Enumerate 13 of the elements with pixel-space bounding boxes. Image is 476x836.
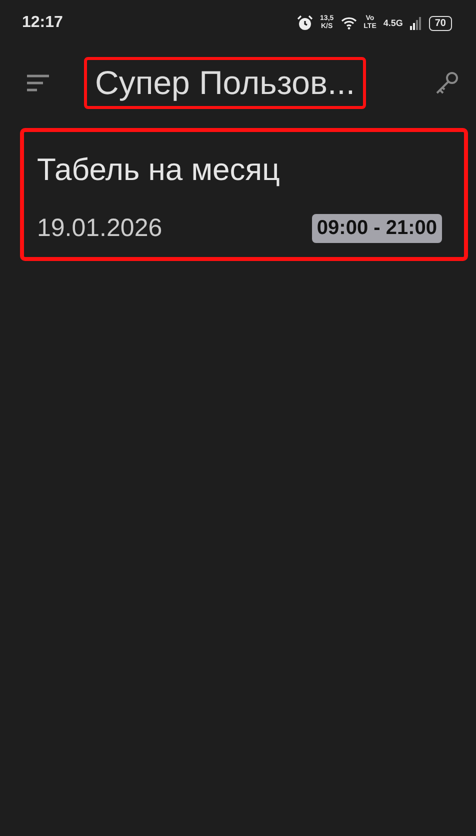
app-title: Супер Пользов...: [84, 57, 366, 109]
hours-badge: 09:00 - 21:00: [312, 214, 442, 243]
menu-icon[interactable]: [26, 73, 50, 93]
status-time: 12:17: [22, 14, 63, 32]
card-title: Табель на месяц: [37, 152, 281, 188]
alarm-icon: [297, 15, 314, 31]
key-icon[interactable]: [434, 70, 460, 96]
card-date: 19.01.2026: [37, 214, 162, 243]
signal-icon: [410, 16, 422, 30]
network-type: 4.5G: [383, 18, 403, 28]
wifi-icon: [340, 16, 357, 30]
battery-level: 70: [428, 16, 452, 30]
timesheet-card[interactable]: Табель на месяц 19.01.2026 09:00 - 21:00: [20, 128, 468, 261]
